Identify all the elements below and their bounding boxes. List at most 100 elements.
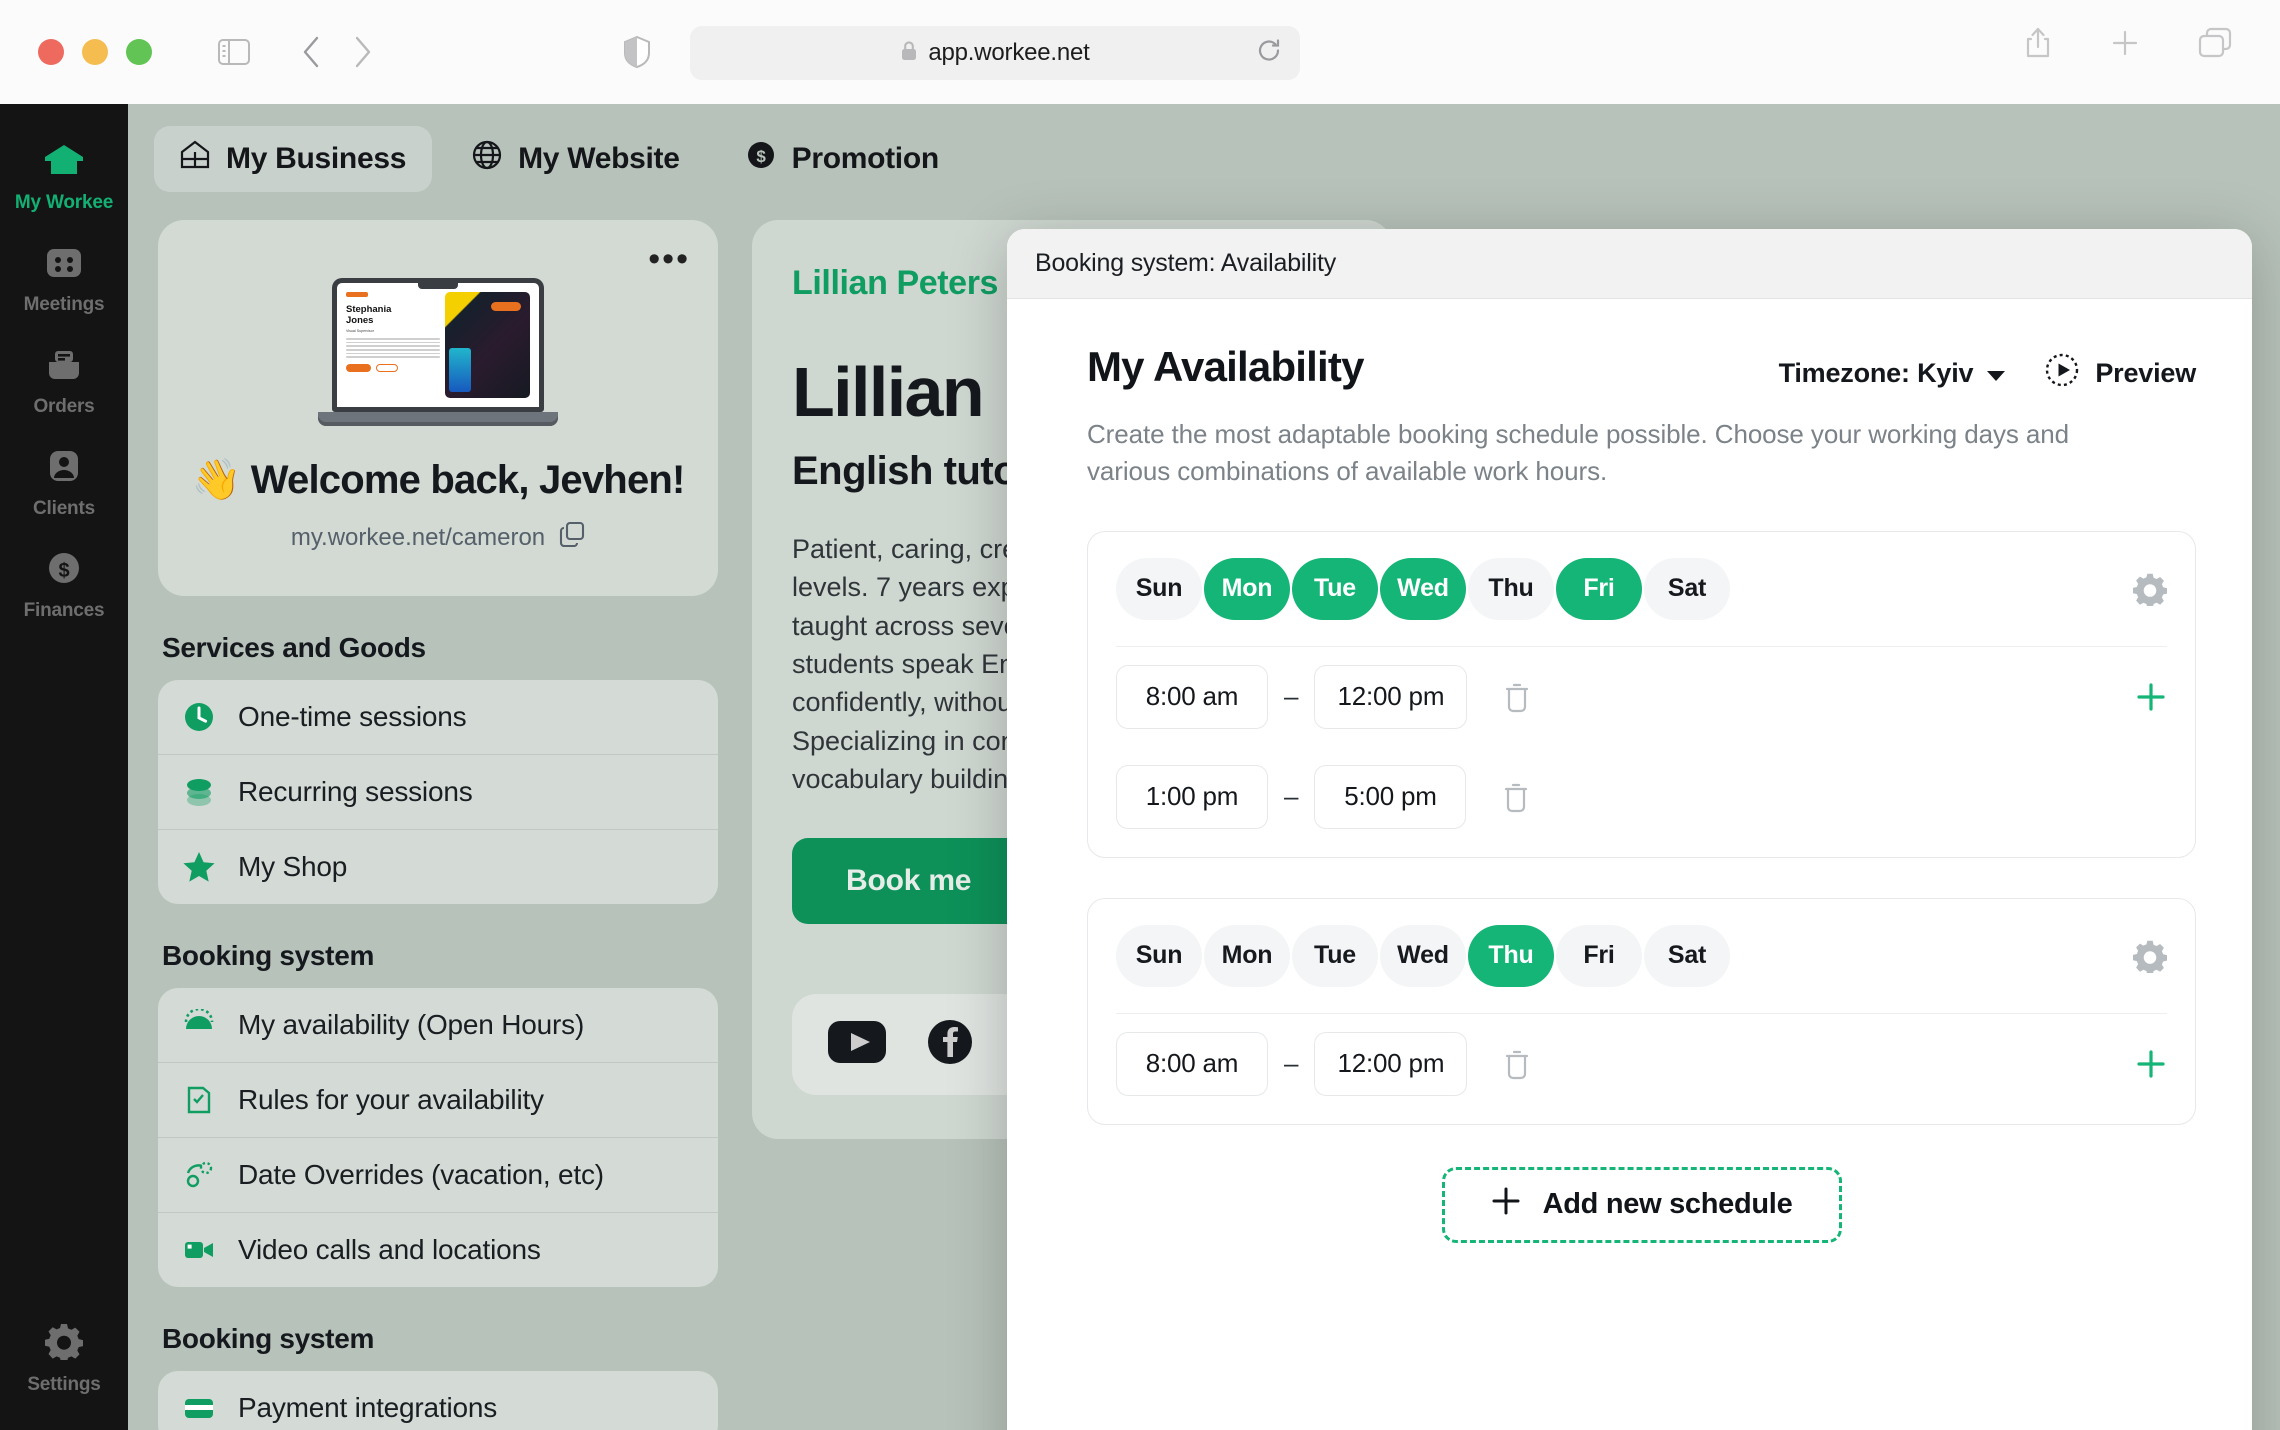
list-item-my-shop[interactable]: My Shop xyxy=(158,830,718,904)
slot-start-time-input[interactable]: 8:00 am xyxy=(1116,664,1268,729)
list-item-one-time-sessions[interactable]: One-time sessions xyxy=(158,680,718,755)
share-icon[interactable] xyxy=(2024,26,2052,60)
tab-my-business[interactable]: My Business xyxy=(154,126,433,192)
svg-text:$: $ xyxy=(58,560,69,582)
close-window-button[interactable] xyxy=(38,39,64,65)
list-item-video-calls[interactable]: Video calls and locations xyxy=(158,1213,718,1287)
day-pill-sat[interactable]: Sat xyxy=(1644,557,1730,620)
person-icon xyxy=(45,450,83,489)
list-item-payment-integrations[interactable]: Payment integrations xyxy=(158,1371,718,1430)
more-options-icon[interactable]: ••• xyxy=(648,242,690,276)
day-pill-wed[interactable]: Wed xyxy=(1380,924,1466,987)
address-bar-content: app.workee.net xyxy=(900,39,1090,67)
list-item-label: My Shop xyxy=(238,851,348,882)
sidebar-toggle-icon[interactable] xyxy=(218,39,250,65)
address-bar[interactable]: app.workee.net xyxy=(690,26,1300,80)
toolbar-right-actions xyxy=(2024,26,2232,60)
mock-buttons xyxy=(346,363,440,372)
public-site-link[interactable]: my.workee.net/cameron xyxy=(188,521,688,554)
day-pill-mon[interactable]: Mon xyxy=(1204,557,1290,620)
day-pill-thu[interactable]: Thu xyxy=(1468,924,1554,987)
sidebar-item-settings[interactable]: Settings xyxy=(0,1308,128,1430)
book-me-button[interactable]: Book me xyxy=(792,838,1026,925)
list-item-label: My availability (Open Hours) xyxy=(238,1009,585,1040)
video-camera-icon xyxy=(182,1233,216,1267)
rules-icon xyxy=(182,1083,216,1117)
modal-header-title: Booking system: Availability xyxy=(1035,249,1337,277)
tab-promotion[interactable]: $ Promotion xyxy=(720,126,965,192)
time-range-separator: – xyxy=(1284,781,1299,812)
laptop-notch xyxy=(418,283,458,289)
home-icon xyxy=(44,144,84,183)
schedule-settings-gear-icon[interactable] xyxy=(2133,939,2167,973)
slot-end-time-input[interactable]: 12:00 pm xyxy=(1314,1031,1468,1096)
list-item-date-overrides[interactable]: Date Overrides (vacation, etc) xyxy=(158,1138,718,1213)
sidebar-item-my-workee[interactable]: My Workee xyxy=(0,130,128,232)
reload-icon[interactable] xyxy=(1256,38,1282,69)
clock-icon xyxy=(182,700,216,734)
new-tab-plus-icon[interactable] xyxy=(2110,28,2140,58)
primary-sidebar: My Workee Meetings Orders Clients $ Fina… xyxy=(0,104,128,1430)
time-range-separator: – xyxy=(1284,681,1299,712)
timezone-selector[interactable]: Timezone: Kyiv xyxy=(1779,358,2006,389)
list-item-rules-for-availability[interactable]: Rules for your availability xyxy=(158,1063,718,1138)
tab-my-website[interactable]: My Website xyxy=(446,126,706,192)
sidebar-item-finances[interactable]: $ Finances xyxy=(0,538,128,640)
day-pill-thu[interactable]: Thu xyxy=(1468,557,1554,620)
slot-start-time-input[interactable]: 1:00 pm xyxy=(1116,764,1268,829)
add-time-slot-icon[interactable] xyxy=(2135,681,2167,713)
app-tab-bar: My Business My Website $ Promotion xyxy=(154,126,2280,192)
list-item-recurring-sessions[interactable]: Recurring sessions xyxy=(158,755,718,830)
list-item-label: Recurring sessions xyxy=(238,776,473,807)
sidebar-item-clients[interactable]: Clients xyxy=(0,436,128,538)
forward-chevron-icon[interactable] xyxy=(352,35,374,69)
facebook-icon[interactable] xyxy=(928,1020,972,1069)
day-pill-tue[interactable]: Tue xyxy=(1292,557,1378,620)
tab-overview-icon[interactable] xyxy=(2198,27,2232,59)
day-pill-sun[interactable]: Sun xyxy=(1116,924,1202,987)
preview-button[interactable]: Preview xyxy=(2045,353,2196,394)
sidebar-label: Clients xyxy=(33,498,95,519)
delete-slot-trash-icon[interactable] xyxy=(1503,1048,1531,1080)
minimize-window-button[interactable] xyxy=(82,39,108,65)
slot-end-time-input[interactable]: 12:00 pm xyxy=(1314,664,1468,729)
youtube-icon[interactable] xyxy=(828,1021,886,1068)
day-pill-sat[interactable]: Sat xyxy=(1644,924,1730,987)
day-pill-fri[interactable]: Fri xyxy=(1556,924,1642,987)
laptop-base xyxy=(318,412,558,426)
add-time-slot-icon[interactable] xyxy=(2135,1048,2167,1080)
gear-icon xyxy=(45,1322,84,1365)
day-pill-sun[interactable]: Sun xyxy=(1116,557,1202,620)
preview-label: Preview xyxy=(2095,358,2196,388)
privacy-shield-icon[interactable] xyxy=(624,36,650,68)
add-new-schedule-button[interactable]: Add new schedule xyxy=(1441,1166,1842,1243)
sidebar-label: My Workee xyxy=(14,192,114,213)
schedule-settings-gear-icon[interactable] xyxy=(2133,572,2167,606)
sidebar-item-meetings[interactable]: Meetings xyxy=(0,232,128,334)
welcome-card: ••• Stephania Jones Visual Supervisor 👋 … xyxy=(158,220,718,596)
slot-end-time-input[interactable]: 5:00 pm xyxy=(1314,764,1467,829)
tab-label: Promotion xyxy=(791,142,940,175)
schedule-card: Sun Mon Tue Wed Thu Fri Sat 8:00 am – 12… xyxy=(1087,530,2196,858)
day-pill-wed[interactable]: Wed xyxy=(1380,557,1466,620)
sidebar-item-orders[interactable]: Orders xyxy=(0,334,128,436)
schedule-card: Sun Mon Tue Wed Thu Fri Sat 8:00 am – 12… xyxy=(1087,897,2196,1125)
back-chevron-icon[interactable] xyxy=(300,35,322,69)
availability-icon xyxy=(182,1008,216,1042)
site-preview-mockup: Stephania Jones Visual Supervisor xyxy=(318,278,558,426)
modal-header: Booking system: Availability xyxy=(1007,229,2252,299)
delete-slot-trash-icon[interactable] xyxy=(1503,681,1531,713)
maximize-window-button[interactable] xyxy=(126,39,152,65)
delete-slot-trash-icon[interactable] xyxy=(1502,781,1530,813)
tab-label: My Business xyxy=(226,142,407,175)
copy-icon[interactable] xyxy=(559,521,585,554)
day-pill-mon[interactable]: Mon xyxy=(1204,924,1290,987)
repeat-coins-icon xyxy=(182,775,216,809)
services-section-title: Services and Goods xyxy=(162,632,426,663)
url-text: app.workee.net xyxy=(928,39,1090,66)
day-pill-tue[interactable]: Tue xyxy=(1292,924,1378,987)
public-link-text: my.workee.net/cameron xyxy=(290,523,546,551)
slot-start-time-input[interactable]: 8:00 am xyxy=(1116,1031,1268,1096)
list-item-my-availability[interactable]: My availability (Open Hours) xyxy=(158,988,718,1063)
day-pill-fri[interactable]: Fri xyxy=(1556,557,1642,620)
